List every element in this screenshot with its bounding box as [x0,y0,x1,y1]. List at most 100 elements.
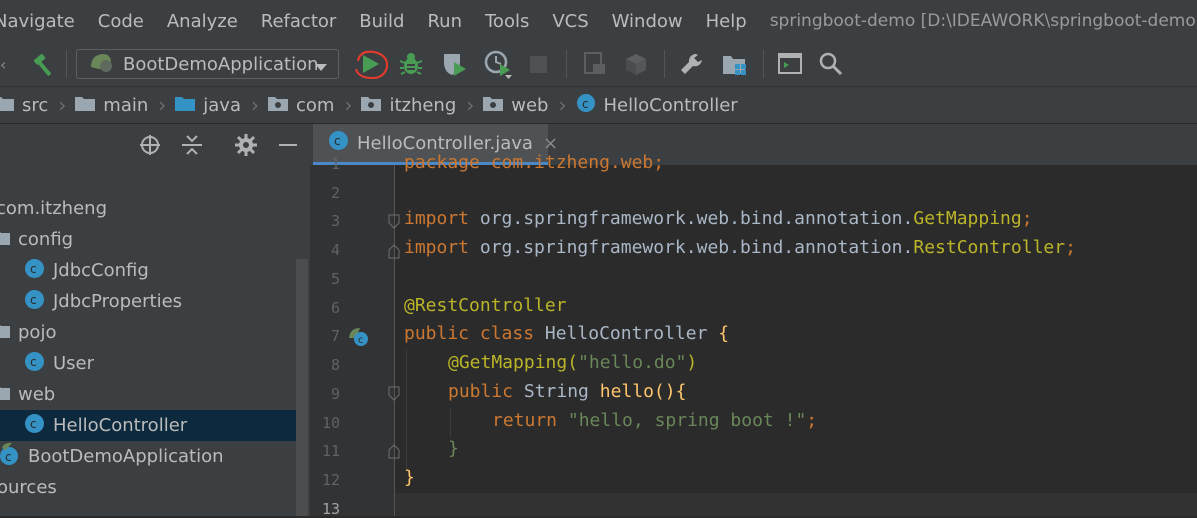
class-icon: c [24,351,45,377]
code-text: ; [1021,208,1033,229]
code-line-7[interactable]: public class HelloController { [404,323,729,344]
class-icon: c [24,289,45,315]
chevron-right-icon: › [158,93,167,117]
project-toolbar [0,124,310,166]
menu-run[interactable]: Run [427,11,462,32]
menu-build[interactable]: Build [359,11,404,32]
project-tool-window: com.itzheng config c JdbcConfig c JdbcPr… [0,124,310,516]
breadcrumb-label: HelloController [603,94,738,116]
profile-icon[interactable] [483,49,513,79]
search-icon[interactable] [817,49,845,79]
tree-item-hellocontroller[interactable]: c HelloController [0,410,296,441]
build-artifact-icon[interactable] [622,49,650,79]
line-number: 1 [330,155,340,173]
fold-icon[interactable] [388,243,400,263]
package-icon [267,95,288,116]
code-line-8[interactable]: @GetMapping("hello.do") [404,352,697,373]
chevron-right-icon: › [250,93,259,117]
code-keyword: public [448,381,514,402]
menu-vcs[interactable]: VCS [552,11,588,32]
project-structure-icon[interactable] [721,49,749,79]
run-icon[interactable] [350,49,392,79]
minimize-icon[interactable] [278,133,300,161]
spring-bean-gutter-icon[interactable]: c [348,326,370,352]
svg-text:c: c [30,417,37,431]
tree-item-bootdemoapplication[interactable]: c BootDemoApplication [0,441,294,472]
tab-label: HelloController.java [357,132,533,154]
menu-navigate[interactable]: Navigate [0,11,75,32]
chevron-left-icon[interactable]: ‹ [0,49,10,79]
gear-icon[interactable] [234,133,258,161]
code-line-6[interactable]: @RestController [404,295,567,316]
run-configuration-select[interactable]: BootDemoApplication [76,49,339,79]
breadcrumb-src[interactable]: src › [0,93,75,117]
class-icon: c [24,413,45,439]
code-line-4[interactable]: import org.springframework.web.bind.anno… [404,237,1076,258]
breadcrumb-itzheng[interactable]: itzheng › [361,93,483,117]
hammer-icon[interactable] [31,49,59,79]
tree-item-jdbcproperties[interactable]: c JdbcProperties [24,286,310,317]
fold-icon[interactable] [388,386,400,406]
close-icon[interactable]: × [543,133,558,154]
breadcrumb-hellocontroller[interactable]: c HelloController [576,93,738,118]
menu-help[interactable]: Help [706,11,747,32]
tree-item-com-itzheng[interactable]: com.itzheng [0,193,292,224]
svg-text:c: c [30,262,37,276]
code-class: GetMapping [913,208,1022,229]
menu-window[interactable]: Window [612,11,683,32]
tree-item-jdbcconfig[interactable]: c JdbcConfig [24,255,310,286]
svg-text:c: c [30,355,37,369]
line-number: 2 [330,184,340,202]
code-text: } [448,438,459,459]
code-line-10[interactable]: return "hello, spring boot !"; [404,410,817,431]
tree-item-pojo[interactable]: pojo [0,317,288,348]
breadcrumb-label: com [295,94,335,116]
project-scrollbar[interactable] [296,259,308,516]
code-text: { [718,323,730,344]
breadcrumb-main[interactable]: main › [75,93,175,117]
coverage-icon[interactable] [440,49,468,79]
menu-refactor[interactable]: Refactor [261,11,337,32]
menu-code[interactable]: Code [98,11,144,32]
run-configuration-label: BootDemoApplication [123,53,319,75]
line-number: 10 [321,414,340,432]
package-icon [0,384,10,405]
fold-icon[interactable] [388,443,400,463]
locate-icon[interactable] [138,133,162,161]
tree-item-config[interactable]: config [0,224,288,255]
tree-item-resources[interactable]: ources [0,472,293,503]
tree-item-user[interactable]: c User [24,348,310,379]
current-line-highlight [395,493,1197,516]
line-number: 4 [330,241,340,259]
breadcrumb-java[interactable]: java › [175,93,268,117]
tree-item-web[interactable]: web [0,379,288,410]
code-line-3[interactable]: import org.springframework.web.bind.anno… [404,208,1033,229]
debug-icon[interactable] [398,49,424,79]
fold-icon[interactable] [388,214,400,234]
code-method: hello [599,381,654,402]
menu-tools[interactable]: Tools [485,11,529,32]
package-icon [483,95,504,116]
code-line-9[interactable]: public String hello(){ [404,381,686,402]
terminal-icon[interactable] [776,49,804,79]
wrench-icon[interactable] [679,49,705,79]
chevron-right-icon: › [466,93,475,117]
breadcrumb-label: main [103,94,149,116]
chevron-right-icon: › [58,93,67,117]
code-string: "hello, spring boot !" [557,410,807,431]
spring-boot-class-icon: c [0,442,20,471]
code-text: (){ [653,381,687,402]
code-text: String [513,381,600,402]
breadcrumb-web[interactable]: web › [483,93,575,117]
line-number: 11 [321,442,340,460]
code-line-1[interactable]: package com.itzheng.web; [404,152,664,173]
breadcrumb-com[interactable]: com › [267,93,361,117]
code-line-12[interactable]: } [404,467,415,488]
tree-item-label: com.itzheng [0,198,107,219]
toolbar-separator [664,50,665,78]
collapse-all-icon[interactable] [180,133,204,161]
attach-icon[interactable] [581,49,609,79]
code-line-11[interactable]: } [404,438,459,459]
stop-icon[interactable] [528,49,550,79]
menu-analyze[interactable]: Analyze [167,11,238,32]
